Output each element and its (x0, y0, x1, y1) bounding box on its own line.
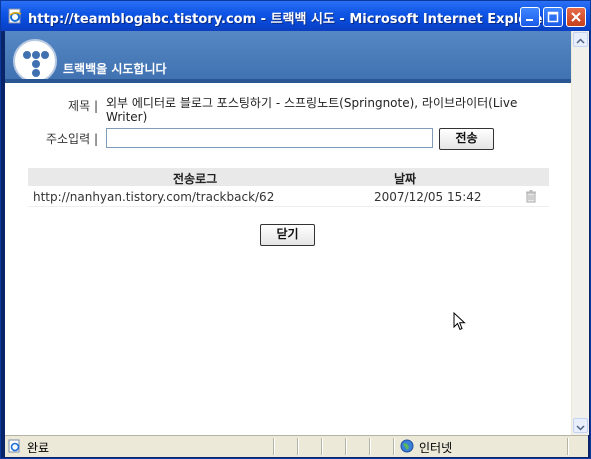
close-icon (571, 12, 581, 22)
popup-header: 트랙백을 시도합니다 (5, 31, 571, 83)
header-stripe (5, 79, 571, 83)
browser-window: http://teamblogabc.tistory.com - 트랙백 시도 … (0, 0, 591, 459)
post-title-line1: 외부 에디터로 블로그 포스팅하기 - 스프링노트(Springnote), 라… (106, 96, 518, 110)
title-label: 제목 | (68, 99, 98, 113)
column-header-log: 전송로그 (173, 172, 218, 186)
vertical-scrollbar[interactable] (571, 31, 589, 435)
close-button[interactable]: 닫기 (260, 224, 315, 246)
status-bar: 완료 인터넷 (5, 435, 588, 457)
send-button[interactable]: 전송 (439, 128, 494, 150)
ie-status-icon (8, 439, 22, 456)
trackback-date: 2007/12/05 15:42 (374, 190, 482, 204)
minimize-icon (526, 19, 533, 21)
maximize-button[interactable] (543, 7, 563, 27)
close-window-button[interactable] (566, 7, 586, 27)
title-bar[interactable]: http://teamblogabc.tistory.com - 트랙백 시도 … (1, 1, 590, 31)
tistory-logo (13, 39, 57, 83)
globe-icon (400, 439, 414, 456)
chevron-up-icon (576, 38, 585, 44)
trackback-url: http://nanhyan.tistory.com/trackback/62 (33, 190, 275, 204)
chevron-down-icon (576, 425, 585, 431)
trash-icon[interactable] (525, 190, 537, 206)
mouse-cursor-icon (453, 312, 466, 331)
maximize-icon (547, 11, 559, 23)
window-title: http://teamblogabc.tistory.com - 트랙백 시도 … (28, 12, 549, 27)
ie-page-icon[interactable] (7, 8, 23, 24)
table-row: http://nanhyan.tistory.com/trackback/62 … (28, 188, 549, 207)
column-header-date: 날짜 (394, 172, 417, 186)
scroll-down-button[interactable] (573, 418, 588, 433)
post-title-line2: Writer) (106, 110, 148, 124)
page-content: 트랙백을 시도합니다 제목 | 외부 에디터로 블로그 포스팅하기 - 스프링노… (5, 31, 571, 435)
scroll-up-button[interactable] (573, 32, 588, 47)
minimize-button[interactable] (520, 7, 540, 27)
popup-title: 트랙백을 시도합니다 (63, 62, 167, 76)
log-table-header: 전송로그 날짜 (28, 168, 549, 186)
status-text: 완료 (27, 441, 50, 455)
address-label: 주소입력 | (45, 132, 98, 146)
security-zone-text: 인터넷 (419, 441, 453, 455)
trackback-address-input[interactable] (106, 128, 433, 148)
